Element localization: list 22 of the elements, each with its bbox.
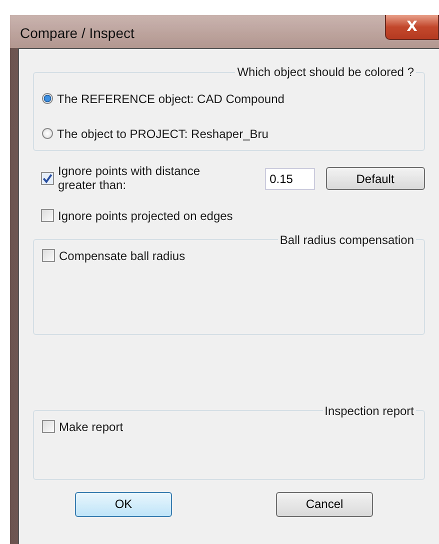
checkmark-icon bbox=[42, 173, 53, 184]
checkbox[interactable] bbox=[41, 209, 54, 222]
checkbox-label: Ignore points with distance greater than: bbox=[58, 165, 202, 193]
radio-button[interactable] bbox=[42, 128, 53, 139]
radio-button[interactable] bbox=[42, 93, 53, 104]
checkbox[interactable] bbox=[42, 420, 55, 434]
group-legend: Which object should be colored ? bbox=[235, 65, 416, 79]
radio-label: The REFERENCE object: CAD Compound bbox=[57, 92, 284, 106]
checkbox[interactable] bbox=[41, 172, 54, 186]
cancel-button[interactable]: Cancel bbox=[276, 492, 373, 517]
default-button[interactable]: Default bbox=[326, 167, 425, 190]
radio-label: The object to PROJECT: Reshaper_Bru bbox=[57, 126, 268, 140]
checkbox-label: Make report bbox=[59, 420, 124, 434]
checkbox-label: Compensate ball radius bbox=[59, 248, 186, 263]
group-legend: Ball radius compensation bbox=[278, 232, 416, 247]
group-legend: Inspection report bbox=[322, 404, 416, 418]
close-button[interactable]: X bbox=[385, 15, 439, 40]
window-title: Compare / Inspect bbox=[20, 24, 134, 41]
distance-field[interactable]: 0.15 bbox=[264, 168, 315, 190]
checkbox-label: Ignore points projected on edges bbox=[58, 208, 233, 223]
ok-button[interactable]: OK bbox=[75, 492, 172, 517]
checkbox[interactable] bbox=[42, 249, 55, 262]
